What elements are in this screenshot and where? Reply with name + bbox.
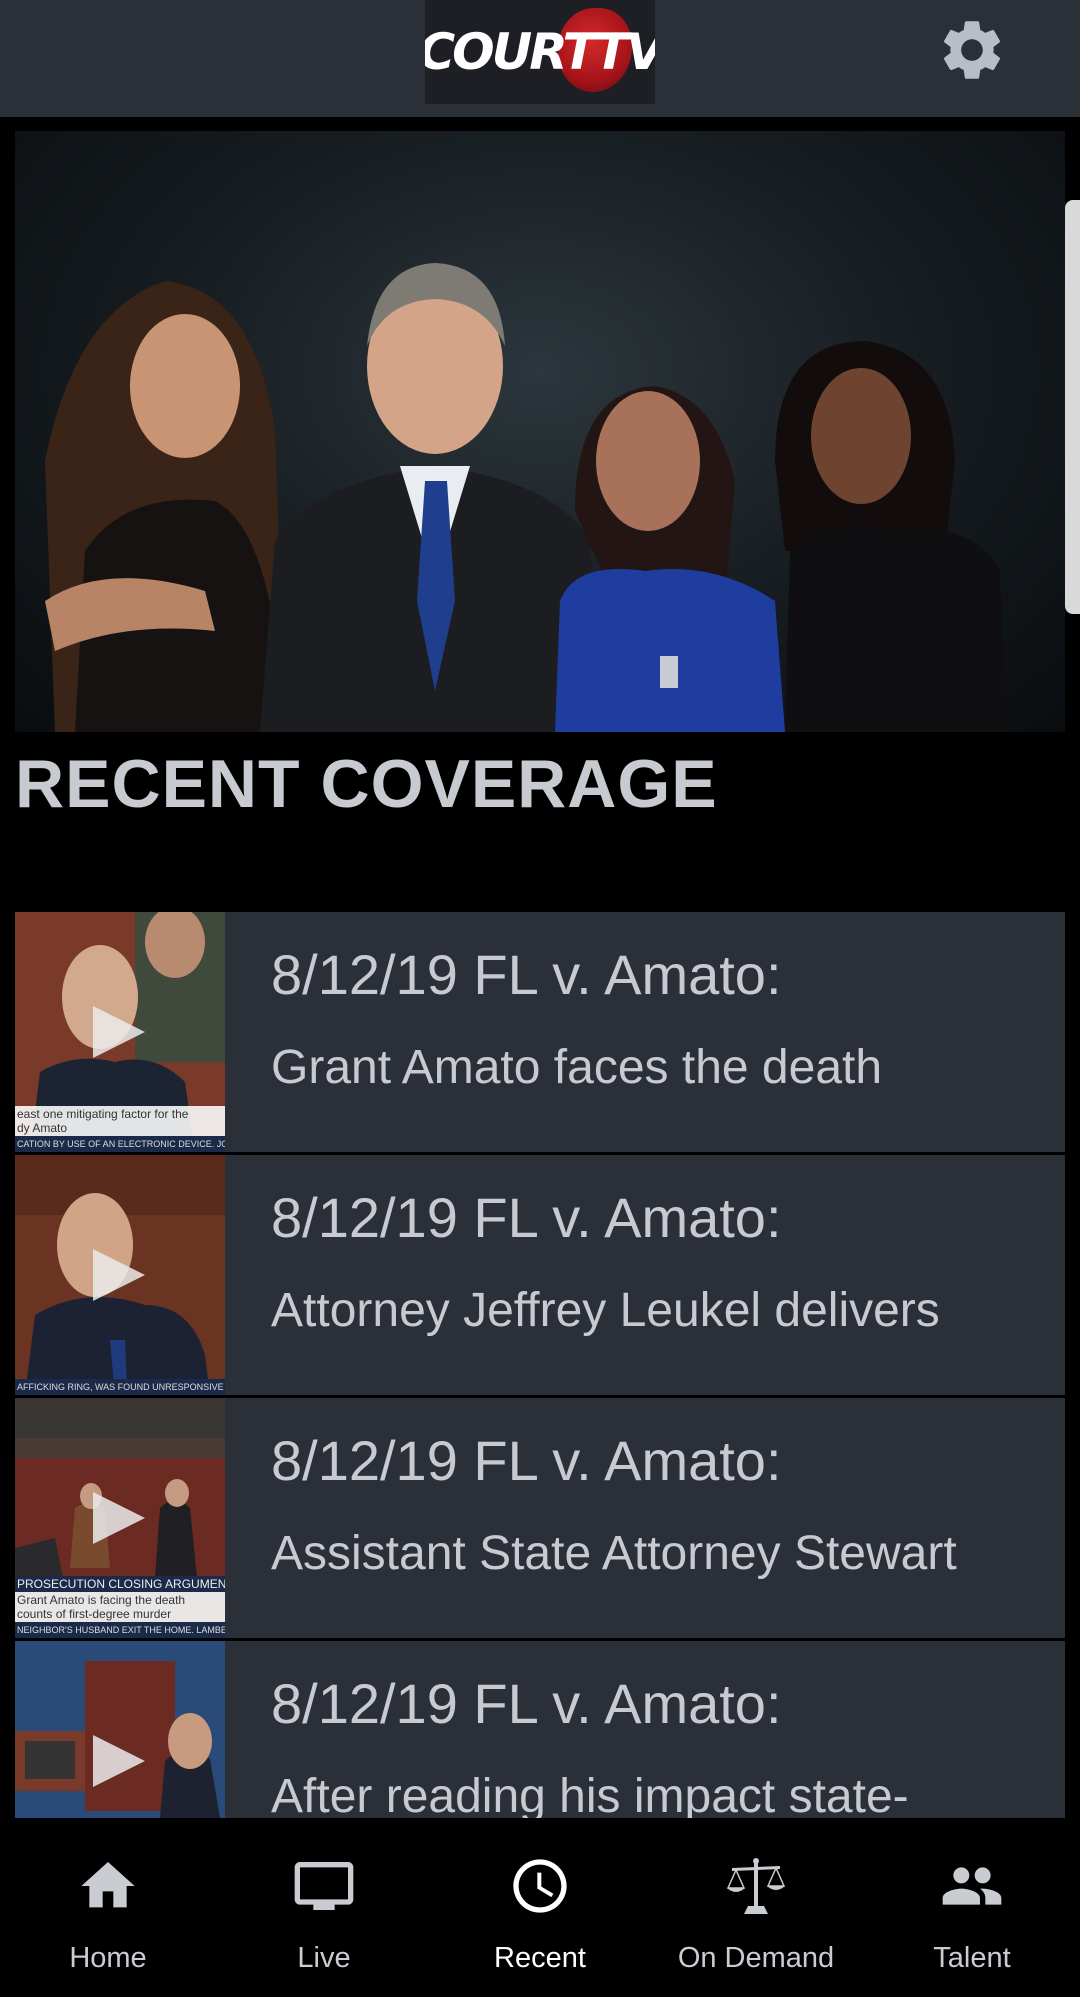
tab-on-demand[interactable]: On Demand xyxy=(648,1818,864,1997)
thumbnail-caption: east one mitigating factor for the dy Am… xyxy=(15,1106,225,1152)
tab-label: Talent xyxy=(933,1942,1011,1974)
hero-scroll-indicator[interactable] xyxy=(1065,200,1080,614)
tab-home[interactable]: Home xyxy=(0,1818,216,1997)
people-icon xyxy=(942,1867,1002,1905)
video-description: After reading his impact state- xyxy=(271,1770,909,1818)
hero-anchors-image[interactable] xyxy=(15,131,1065,732)
recent-coverage-list[interactable]: east one mitigating factor for the dy Am… xyxy=(15,912,1065,1818)
list-item[interactable]: AFFICKING RING, WAS FOUND UNRESPONSIVE I… xyxy=(15,1155,1065,1395)
tab-live[interactable]: Live xyxy=(216,1818,432,1997)
anchors-illustration xyxy=(45,263,1005,732)
tab-talent[interactable]: Talent xyxy=(864,1818,1080,1997)
video-thumbnail[interactable]: east one mitigating factor for the dy Am… xyxy=(15,912,225,1152)
bottom-tab-bar: Home Live Recent On Demand Talent xyxy=(0,1818,1080,1997)
video-title: 8/12/19 FL v. Amato: xyxy=(271,1672,782,1735)
list-item[interactable]: 8/12/19 FL v. Amato: After reading his i… xyxy=(15,1641,1065,1818)
tab-label: Recent xyxy=(494,1942,586,1974)
video-description: Grant Amato faces the death xyxy=(271,1041,883,1094)
play-icon[interactable] xyxy=(89,1247,149,1303)
section-title: RECENT COVERAGE xyxy=(15,746,718,822)
court-tv-logo: COURTTV xyxy=(425,0,655,104)
home-icon xyxy=(81,1862,135,1908)
thumbnail-caption: PROSECUTION CLOSING ARGUMENT Grant Amato… xyxy=(15,1576,225,1638)
top-bar: COURTTV xyxy=(0,0,1080,117)
video-thumbnail[interactable] xyxy=(15,1641,225,1818)
video-thumbnail[interactable]: AFFICKING RING, WAS FOUND UNRESPONSIVE I… xyxy=(15,1155,225,1395)
video-description: Attorney Jeffrey Leukel delivers xyxy=(271,1284,940,1337)
clock-icon xyxy=(513,1859,567,1913)
list-item[interactable]: PROSECUTION CLOSING ARGUMENT Grant Amato… xyxy=(15,1398,1065,1638)
play-icon[interactable] xyxy=(89,1490,149,1546)
video-description: Assistant State Attorney Stewart xyxy=(271,1527,957,1580)
video-thumbnail[interactable]: PROSECUTION CLOSING ARGUMENT Grant Amato… xyxy=(15,1398,225,1638)
play-icon[interactable] xyxy=(89,1004,149,1060)
tab-recent[interactable]: Recent xyxy=(432,1818,648,1997)
list-item[interactable]: east one mitigating factor for the dy Am… xyxy=(15,912,1065,1152)
video-title: 8/12/19 FL v. Amato: xyxy=(271,1429,782,1492)
tv-icon xyxy=(294,1862,354,1910)
logo-text: COURTTV xyxy=(425,23,655,81)
tab-label: Home xyxy=(69,1942,147,1974)
thumbnail-caption: AFFICKING RING, WAS FOUND UNRESPONSIVE I… xyxy=(15,1379,225,1395)
scales-icon xyxy=(726,1858,786,1914)
video-title: 8/12/19 FL v. Amato: xyxy=(271,943,782,1006)
tab-label: On Demand xyxy=(677,1942,835,1974)
gear-icon[interactable] xyxy=(936,14,1008,86)
video-title: 8/12/19 FL v. Amato: xyxy=(271,1186,782,1249)
tab-label: Live xyxy=(297,1942,351,1974)
play-icon[interactable] xyxy=(89,1733,149,1789)
